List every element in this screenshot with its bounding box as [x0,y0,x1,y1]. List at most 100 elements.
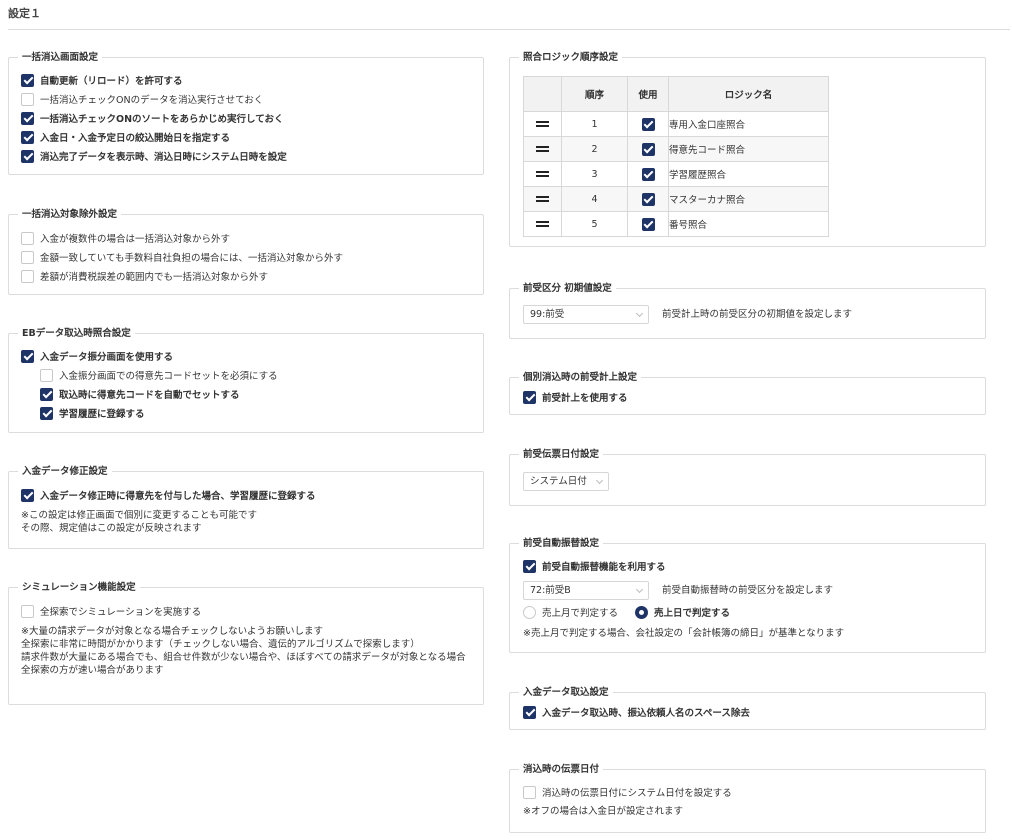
drag-handle[interactable] [523,111,562,137]
group-title: シミュレーション機能設定 [18,581,140,594]
system-datetime-option[interactable]: 消込完了データを表示時、消込日時にシステム日時を設定 [21,148,287,164]
advance-date-select[interactable]: システム日付 [523,472,609,491]
logic-name-cell: マスターカナ照合 [668,186,829,212]
note-text: ※大量の請求データが対象となる場合チェックしないようお願いします [21,626,323,637]
remove-space-option[interactable]: 入金データ取込時、振込依頼人名のスペース除去 [523,704,750,720]
table-row[interactable]: 4 マスターカナ照合 [523,186,829,212]
option-label: 入金データ取込時、振込依頼人名のスペース除去 [542,708,750,719]
option-label: 学習履歴に登録する [59,409,145,420]
checkbox[interactable] [523,559,536,573]
tax-error-option[interactable]: 差額が消費税誤差の範囲内でも一括消込対象から外す [21,268,268,284]
fee-burden-option[interactable]: 金額一致していても手数料自社負担の場合には、一括消込対象から外す [21,249,343,265]
advance-category-select[interactable]: 99:前受 [523,305,649,324]
use-distribution-screen-option[interactable]: 入金データ振分画面を使用する [21,348,173,364]
checkbox[interactable] [523,390,536,404]
drag-handle[interactable] [523,186,562,212]
use-checkbox[interactable] [641,167,655,181]
use-advance-posting-option[interactable]: 前受計上を使用する [523,389,628,405]
checkbox[interactable] [523,705,536,719]
radio-button[interactable] [635,605,648,619]
advance-date-settings-group: 前受伝票日付設定 システム日付 [509,448,986,506]
filter-start-date-option[interactable]: 入金日・入金予定日の絞込開始日を指定する [21,129,230,145]
require-customer-code-option[interactable]: 入金振分画面での得意先コードセットを必須にする [40,367,278,383]
group-title: 前受自動振替設定 [519,537,604,550]
drag-handle[interactable] [523,211,562,237]
auto-set-customer-code-option[interactable]: 取込時に得意先コードを自動でセットする [40,386,240,402]
judge-by-month-radio[interactable]: 売上月で判定する [523,604,618,620]
chevron-down-icon [635,585,644,594]
table-row[interactable]: 2 得意先コード照合 [523,136,829,162]
drag-column-header [523,76,562,112]
table-row[interactable]: 5 番号照合 [523,211,829,237]
checkbox[interactable] [40,368,53,382]
option-label: 消込完了データを表示時、消込日時にシステム日時を設定 [40,152,287,163]
checkbox[interactable] [21,149,34,163]
logic-name-cell: 得意先コード照合 [668,136,829,162]
transfer-category-select[interactable]: 72:前受B [523,581,649,600]
checkbox[interactable] [21,92,34,106]
use-cell [627,186,669,212]
checkbox[interactable] [21,73,34,87]
judge-by-day-radio[interactable]: 売上日で判定する [635,604,730,620]
table-row[interactable]: 1 専用入金口座照合 [523,111,829,137]
checkbox[interactable] [21,111,34,125]
option-label: 入金データ修正時に得意先を付与した場合、学習履歴に登録する [40,491,316,502]
use-checkbox[interactable] [641,142,655,156]
order-cell: 5 [561,211,628,237]
use-cell [627,211,669,237]
option-label: 自動更新（リロード）を許可する [40,76,183,87]
eb-import-settings-group: EBデータ取込時照合設定 入金データ振分画面を使用する 入金振分画面での得意先コ… [8,327,484,433]
checkbox[interactable] [21,231,34,245]
table-row[interactable]: 3 学習履歴照合 [523,161,829,187]
use-auto-transfer-option[interactable]: 前受自動振替機能を利用する [523,558,666,574]
use-cell [627,136,669,162]
option-label: 差額が消費税誤差の範囲内でも一括消込対象から外す [40,272,269,283]
drag-handle-icon [536,221,549,223]
note-text: その際、規定値はこの設定が反映されます [21,523,202,534]
full-search-simulation-option[interactable]: 全探索でシミュレーションを実施する [21,603,201,619]
page-title: 設定１ [8,7,41,20]
checkbox[interactable] [40,406,53,420]
set-system-date-option[interactable]: 消込時の伝票日付にシステム日付を設定する [523,784,732,800]
order-cell: 2 [561,136,628,162]
register-learning-history-option[interactable]: 学習履歴に登録する [40,405,145,421]
checkbox[interactable] [21,488,34,502]
checkbox[interactable] [21,269,34,283]
radio-button[interactable] [523,605,536,619]
option-label: 一括消込チェックONのデータを消込実行させておく [40,95,264,106]
title-divider [8,29,1010,30]
option-label: 入金データ振分画面を使用する [40,352,174,363]
use-cell [627,111,669,137]
option-label: 取込時に得意先コードを自動でセットする [59,390,240,401]
checkbox[interactable] [523,785,536,799]
checkbox[interactable] [21,130,34,144]
register-history-on-fix-option[interactable]: 入金データ修正時に得意先を付与した場合、学習履歴に登録する [21,487,316,503]
option-label: 前受自動振替機能を利用する [542,562,666,573]
option-label: 一括消込チェックONのソートをあらかじめ実行しておく [40,114,284,125]
group-title: 入金データ取込設定 [519,686,613,699]
use-checkbox[interactable] [641,192,655,206]
group-title: 個別消込時の前受計上設定 [519,371,642,384]
radio-label: 売上日で判定する [654,608,731,619]
note-text: ※オフの場合は入金日が設定されます [523,806,683,817]
checkbox[interactable] [21,250,34,264]
checkbox[interactable] [40,387,53,401]
chevron-down-icon [635,309,644,318]
note-text: 全探索に非常に時間がかかります（チェックしない場合、遺伝的アルゴリズムで探索しま… [21,639,420,650]
option-label: 入金日・入金予定日の絞込開始日を指定する [40,133,231,144]
auto-reload-option[interactable]: 自動更新（リロード）を許可する [21,72,183,88]
checkbox[interactable] [21,349,34,363]
execute-checked-option[interactable]: 一括消込チェックONのデータを消込実行させておく [21,91,263,107]
drag-handle[interactable] [523,136,562,162]
logic-name-cell: 学習履歴照合 [668,161,829,187]
name-column-header: ロジック名 [668,76,829,112]
advance-transfer-settings-group: 前受自動振替設定 前受自動振替機能を利用する 72:前受B 前受自動振替時の前受… [509,537,986,653]
logic-name-cell: 番号照合 [668,211,829,237]
group-title: EBデータ取込時照合設定 [18,327,135,340]
checkbox[interactable] [21,604,34,618]
use-checkbox[interactable] [641,117,655,131]
use-checkbox[interactable] [641,217,655,231]
multiple-payments-option[interactable]: 入金が複数件の場合は一括消込対象から外す [21,230,230,246]
drag-handle[interactable] [523,161,562,187]
presort-option[interactable]: 一括消込チェックONのソートをあらかじめ実行しておく [21,110,283,126]
